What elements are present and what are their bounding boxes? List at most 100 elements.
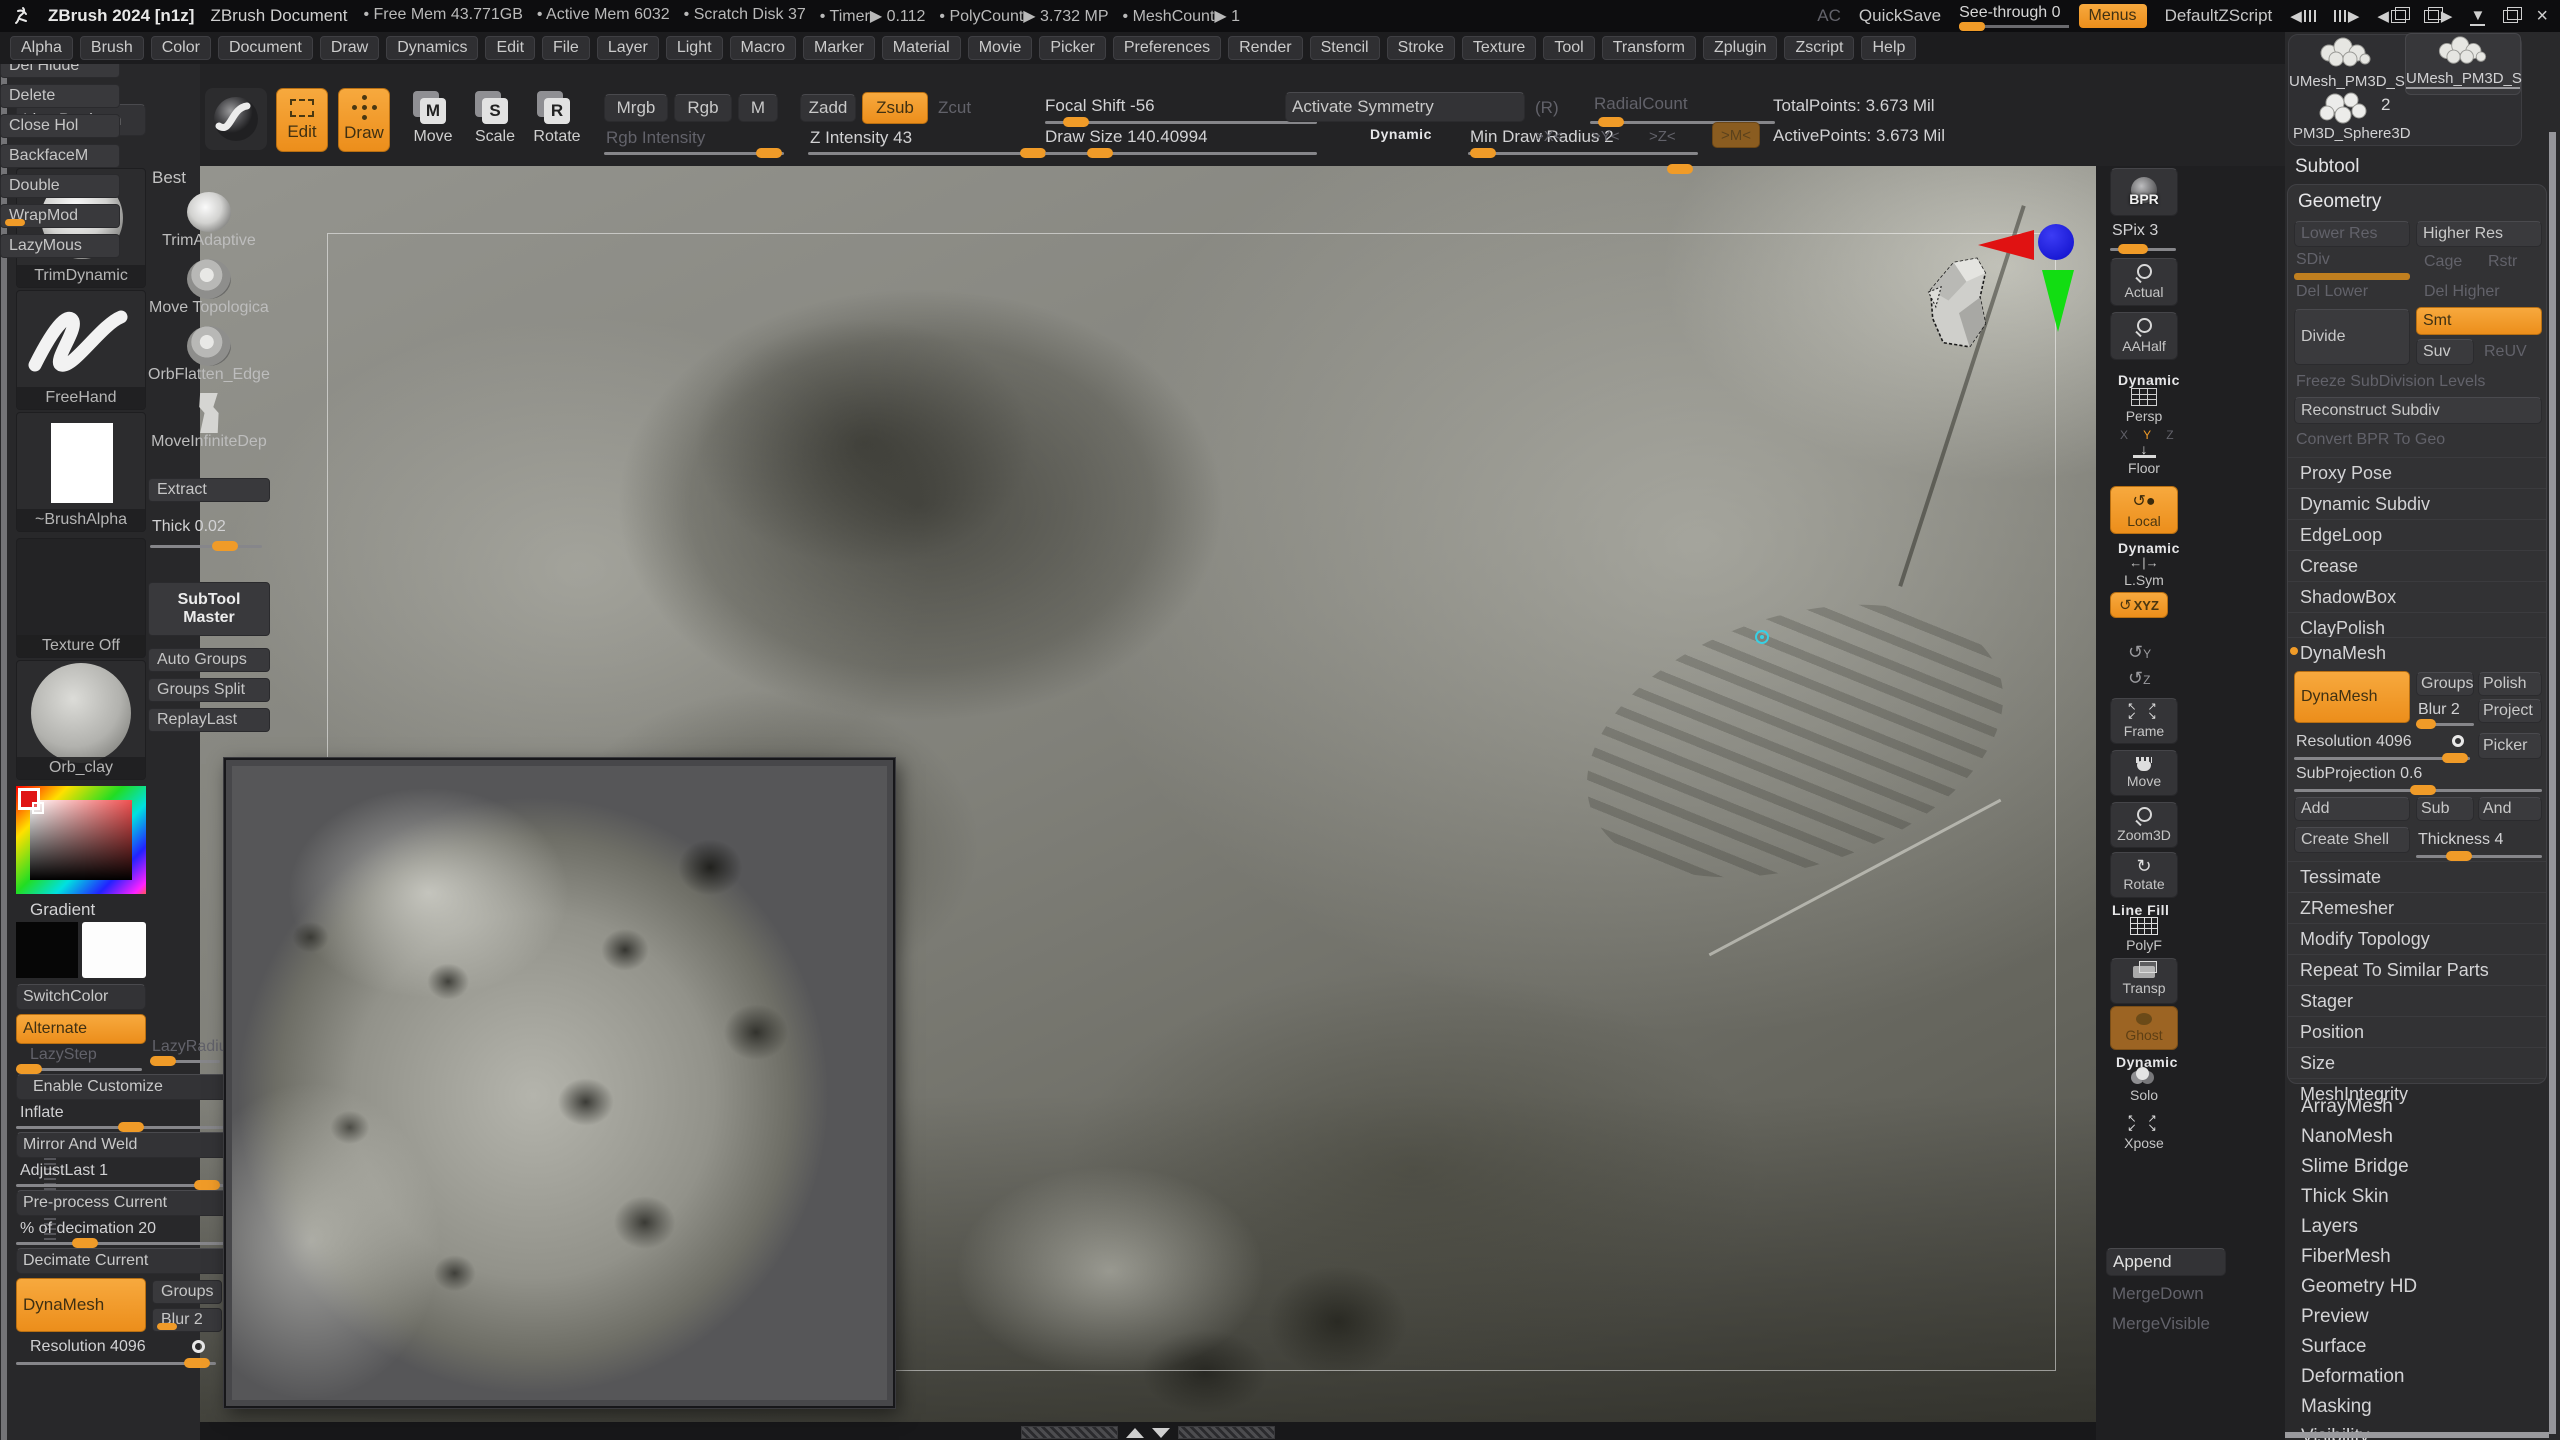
- thickness-slider[interactable]: Thickness 4: [2418, 831, 2503, 849]
- menu-item[interactable]: Layer: [597, 36, 659, 60]
- collapse-down-icon[interactable]: [1152, 1428, 1170, 1438]
- groups-button[interactable]: Groups: [2416, 672, 2474, 696]
- next-document-icon[interactable]: ▶: [2424, 7, 2453, 25]
- brush-item[interactable]: OrbFlatten_Edge: [148, 326, 270, 384]
- polish-button[interactable]: Polish: [2478, 672, 2542, 696]
- radial-count-slider[interactable]: RadialCount: [1594, 94, 1688, 114]
- rotate-button[interactable]: R Rotate: [532, 98, 582, 146]
- rotate-y-button[interactable]: ↺Y: [2128, 642, 2151, 663]
- switch-color-button[interactable]: SwitchColor: [16, 984, 146, 1010]
- brush-item[interactable]: TrimAdaptive: [148, 192, 270, 250]
- activate-symmetry-button[interactable]: Activate Symmetry: [1285, 92, 1525, 122]
- draw-size-slider[interactable]: Draw Size 140.40994: [1045, 127, 1208, 147]
- reconstruct-subdiv-button[interactable]: Reconstruct Subdiv: [2294, 397, 2542, 424]
- gradient-toggle[interactable]: Gradient: [30, 900, 95, 920]
- aahalf-button[interactable]: AAHalf: [2110, 312, 2178, 360]
- m-button[interactable]: M: [738, 94, 778, 122]
- menu-item[interactable]: Movie: [968, 36, 1033, 60]
- del-lower-button[interactable]: Del Lower: [2296, 283, 2368, 301]
- symmetry-y-button[interactable]: >Y<: [1592, 128, 1620, 145]
- subsection-header[interactable]: Stager: [2288, 985, 2546, 1016]
- cage-button[interactable]: Cage: [2424, 253, 2462, 271]
- menu-item[interactable]: Picker: [1039, 36, 1105, 60]
- frame-button[interactable]: ↖ ↗↙ ↘ Frame: [2110, 698, 2178, 744]
- brush-alpha-thumb[interactable]: ~BrushAlpha: [16, 412, 146, 532]
- menu-item[interactable]: Help: [1861, 36, 1916, 60]
- color-selector[interactable]: [32, 802, 44, 814]
- menu-item[interactable]: Texture: [1462, 36, 1536, 60]
- material-preview-button[interactable]: [205, 88, 267, 150]
- subsection-header[interactable]: Crease: [2288, 550, 2546, 581]
- spix-slider[interactable]: SPix 3: [2112, 222, 2158, 240]
- resolution-nub-left[interactable]: [184, 1358, 210, 1368]
- actual-size-button[interactable]: Actual: [2110, 258, 2178, 306]
- zcut-button[interactable]: Zcut: [938, 98, 971, 118]
- lsym-button[interactable]: ←|→ L.Sym: [2110, 554, 2178, 588]
- append-button[interactable]: Append: [2106, 1248, 2226, 1276]
- geometry-section-header[interactable]: Geometry: [2298, 191, 2381, 213]
- tool-section-header[interactable]: ArrayMesh: [2285, 1092, 2560, 1122]
- pct-decimation-slider[interactable]: % of decimation 20: [20, 1220, 156, 1238]
- rgb-button[interactable]: Rgb: [674, 94, 732, 122]
- dynamesh-subsection-header[interactable]: DynaMesh: [2288, 637, 2546, 668]
- lazy-radius-slider[interactable]: LazyRadiu: [152, 1038, 228, 1056]
- sdiv-track[interactable]: [2294, 273, 2410, 280]
- default-zscript-button[interactable]: DefaultZScript: [2165, 6, 2273, 26]
- divide-button[interactable]: Divide: [2294, 309, 2410, 365]
- menu-item[interactable]: Stencil: [1310, 36, 1380, 60]
- secondary-color-swatch[interactable]: [82, 922, 146, 978]
- rotate-z-button[interactable]: ↺Z: [2128, 668, 2150, 689]
- subtool-section-header[interactable]: Subtool: [2295, 156, 2359, 178]
- rgb-intensity-slider[interactable]: Rgb Intensity: [606, 128, 705, 148]
- resolution-track-left[interactable]: [16, 1362, 216, 1365]
- sub-button[interactable]: Sub: [2416, 797, 2474, 821]
- polyframe-button[interactable]: PolyF: [2110, 916, 2178, 954]
- inflate-slider[interactable]: Inflate: [20, 1104, 64, 1122]
- suv-button[interactable]: Suv: [2416, 339, 2474, 365]
- convert-bpr-button[interactable]: Convert BPR To Geo: [2296, 431, 2445, 449]
- mesh-button[interactable]: LazyMous: [0, 234, 120, 258]
- rgb-intensity-nub[interactable]: [756, 148, 782, 158]
- pct-decimation-nub[interactable]: [72, 1238, 98, 1248]
- tool-thumb-active[interactable]: UMesh_PM3D_S: [2405, 33, 2521, 95]
- prev-document-icon[interactable]: ◀: [2377, 7, 2406, 25]
- sphere3d-thumb-icon[interactable]: [2313, 91, 2379, 125]
- tool-section-header[interactable]: NanoMesh: [2285, 1122, 2560, 1152]
- left-scrollbar[interactable]: [1, 64, 7, 1440]
- del-higher-button[interactable]: Del Higher: [2424, 283, 2500, 301]
- zadd-button[interactable]: Zadd: [800, 94, 856, 122]
- blur-slider[interactable]: Blur 2: [2418, 701, 2460, 719]
- subprojection-slider[interactable]: SubProjection 0.6: [2296, 765, 2422, 783]
- thick-track[interactable]: [150, 545, 262, 548]
- thick-slider[interactable]: Thick 0.02: [152, 518, 226, 536]
- rotate-xyz-button[interactable]: ↺XYZ: [2110, 592, 2168, 618]
- r-toggle[interactable]: (R): [1535, 98, 1559, 118]
- spix-track[interactable]: [2110, 248, 2176, 251]
- sdiv-slider[interactable]: SDiv: [2296, 251, 2330, 269]
- solo-button[interactable]: Solo: [2110, 1066, 2178, 1108]
- reuv-button[interactable]: ReUV: [2484, 343, 2527, 361]
- local-button[interactable]: ↺● Local: [2110, 486, 2178, 534]
- scale-button[interactable]: S Scale: [470, 98, 520, 146]
- tray-collapse-right-icon[interactable]: ▶: [2334, 7, 2360, 25]
- add-button[interactable]: Add: [2294, 797, 2410, 821]
- subsection-header[interactable]: EdgeLoop: [2288, 519, 2546, 550]
- resolution-track[interactable]: [2294, 757, 2470, 760]
- min-draw-radius-nub[interactable]: [1470, 148, 1496, 158]
- menu-item[interactable]: Tool: [1543, 36, 1594, 60]
- dynamic-draw-size-label[interactable]: Dynamic: [1370, 126, 1432, 142]
- create-shell-button[interactable]: Create Shell: [2294, 827, 2410, 853]
- quick-button[interactable]: Auto Groups: [148, 648, 270, 672]
- subsection-header[interactable]: Position: [2288, 1016, 2546, 1047]
- hatch-grip-right[interactable]: [1178, 1426, 1275, 1439]
- project-button[interactable]: Project: [2478, 699, 2542, 723]
- and-button[interactable]: And: [2478, 797, 2542, 821]
- subprojection-track[interactable]: [2294, 789, 2542, 792]
- camera-head-gizmo[interactable]: [1918, 250, 2000, 350]
- mesh-button[interactable]: WrapMod: [0, 204, 120, 228]
- thick-nub[interactable]: [212, 541, 238, 551]
- alternate-button[interactable]: Alternate: [16, 1014, 146, 1044]
- radial-count-nub[interactable]: [1598, 117, 1624, 127]
- quick-button[interactable]: Groups Split: [148, 678, 270, 702]
- menu-item[interactable]: Macro: [730, 36, 796, 60]
